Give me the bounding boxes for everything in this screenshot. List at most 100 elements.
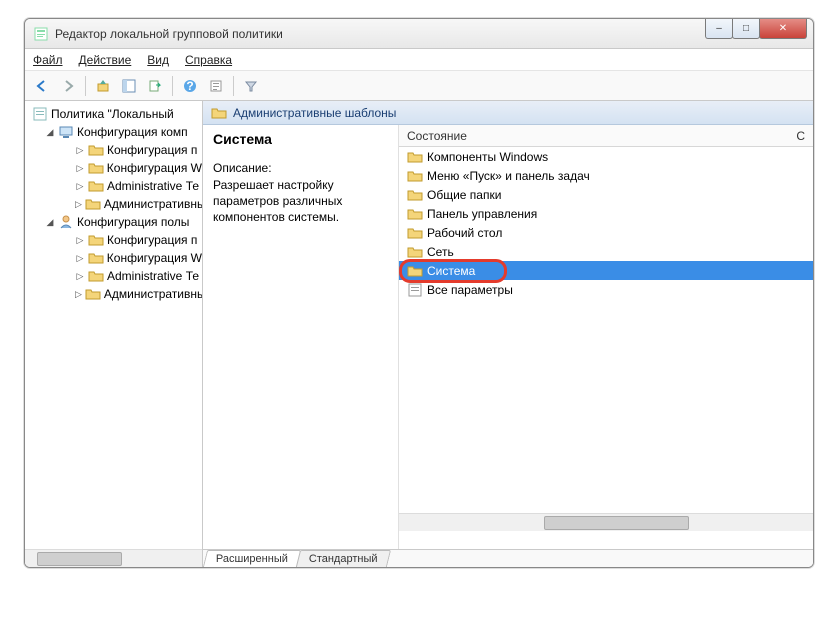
tree-user-config[interactable]: ◢ Конфигурация полы <box>45 213 202 231</box>
tree-label: Administrative Те <box>107 179 199 193</box>
list-body[interactable]: Компоненты Windows Меню «Пуск» и панель з… <box>399 147 813 513</box>
help-button[interactable]: ? <box>179 75 201 97</box>
expand-icon[interactable]: ▷ <box>75 199 82 210</box>
tree-item[interactable]: ▷ Конфигурация п <box>75 141 202 159</box>
details-column: Система Описание: Разрешает настройку па… <box>203 125 399 549</box>
folder-icon <box>407 263 423 279</box>
tab-extended[interactable]: Расширенный <box>203 550 301 567</box>
list-item[interactable]: Рабочий стол <box>399 223 813 242</box>
tree-label: Конфигурация комп <box>77 125 188 139</box>
tree-label: Политика "Локальный <box>51 107 174 121</box>
titlebar: Редактор локальной групповой политики – … <box>25 19 813 49</box>
up-button[interactable] <box>92 75 114 97</box>
folder-icon <box>407 244 423 260</box>
tree-item[interactable]: ▷ Конфигурация п <box>75 231 202 249</box>
column-state[interactable]: Состояние <box>407 129 467 143</box>
list-item-label: Все параметры <box>427 283 513 297</box>
list-item[interactable]: Меню «Пуск» и панель задач <box>399 166 813 185</box>
list-item[interactable]: Панель управления <box>399 204 813 223</box>
collapse-icon[interactable]: ◢ <box>45 127 55 138</box>
path-header: Административные шаблоны <box>203 101 813 125</box>
show-tree-button[interactable] <box>118 75 140 97</box>
tree-item[interactable]: ▷Administrative Те <box>75 267 202 285</box>
list-item-label: Система <box>427 264 475 278</box>
folder-icon <box>407 149 423 165</box>
filter-button[interactable] <box>240 75 262 97</box>
list-header[interactable]: Состояние С <box>399 125 813 147</box>
column-right[interactable]: С <box>796 129 805 143</box>
tree-label: Конфигурация п <box>107 233 197 247</box>
description-label: Описание: <box>213 161 388 175</box>
folder-icon <box>407 225 423 241</box>
close-button[interactable]: ✕ <box>759 19 807 39</box>
expand-icon[interactable]: ▷ <box>75 271 85 282</box>
minimize-button[interactable]: – <box>705 19 733 39</box>
tab-bar: Расширенный Стандартный <box>203 549 813 567</box>
list-item[interactable]: Общие папки <box>399 185 813 204</box>
list-item-label: Меню «Пуск» и панель задач <box>427 169 590 183</box>
policy-icon <box>32 106 48 122</box>
expand-icon[interactable]: ▷ <box>75 145 85 156</box>
toolbar-separator <box>233 76 234 96</box>
list-item-label: Панель управления <box>427 207 537 221</box>
tree-hscrollbar[interactable] <box>25 549 202 567</box>
toolbar-separator <box>85 76 86 96</box>
tree-label: Административные <box>104 287 202 301</box>
tree-item[interactable]: ▷ Administrative Те <box>75 177 202 195</box>
tree-item[interactable]: ▷Административные <box>75 195 202 213</box>
properties-button[interactable] <box>205 75 227 97</box>
tree-item[interactable]: ▷ Конфигурация W <box>75 159 202 177</box>
tree-label: Конфигурация п <box>107 143 197 157</box>
folder-icon <box>407 206 423 222</box>
tree-computer-config[interactable]: ◢ Конфигурация комп <box>45 123 202 141</box>
folder-icon <box>85 286 101 302</box>
folder-icon <box>88 250 104 266</box>
folder-icon <box>88 160 104 176</box>
forward-button[interactable] <box>57 75 79 97</box>
collapse-icon[interactable]: ◢ <box>45 217 55 228</box>
list-item[interactable]: Система <box>399 261 813 280</box>
tree-label: Конфигурация W <box>107 161 202 175</box>
expand-icon[interactable]: ▷ <box>75 289 82 300</box>
maximize-button[interactable]: □ <box>732 19 760 39</box>
expand-icon[interactable]: ▷ <box>75 163 85 174</box>
tree-pane: Политика "Локальный ◢ Конфигурация комп … <box>25 101 203 567</box>
scrollbar-thumb[interactable] <box>544 516 689 530</box>
client-area: Политика "Локальный ◢ Конфигурация комп … <box>25 101 813 567</box>
list-item[interactable]: Все параметры <box>399 280 813 299</box>
list-item-label: Общие папки <box>427 188 501 202</box>
tree-root[interactable]: Политика "Локальный <box>29 105 202 123</box>
window-title: Редактор локальной групповой политики <box>55 27 283 41</box>
folder-icon <box>88 268 104 284</box>
computer-icon <box>58 124 74 140</box>
path-text: Административные шаблоны <box>233 106 396 120</box>
list-item-label: Рабочий стол <box>427 226 502 240</box>
folder-icon <box>88 232 104 248</box>
folder-icon <box>407 168 423 184</box>
menu-action[interactable]: Действие <box>79 53 132 67</box>
tree-view[interactable]: Политика "Локальный ◢ Конфигурация комп … <box>25 101 202 549</box>
back-button[interactable] <box>31 75 53 97</box>
list-item[interactable]: Компоненты Windows <box>399 147 813 166</box>
expand-icon[interactable]: ▷ <box>75 253 85 264</box>
toolbar-separator <box>172 76 173 96</box>
list-hscrollbar[interactable] <box>399 513 813 531</box>
tab-standard[interactable]: Стандартный <box>296 550 391 567</box>
expand-icon[interactable]: ▷ <box>75 235 85 246</box>
folder-icon <box>85 196 101 212</box>
list-item[interactable]: Сеть <box>399 242 813 261</box>
list-column: Состояние С Компоненты Windows Меню «Пуск… <box>399 125 813 549</box>
menu-file[interactable]: Файл <box>33 53 63 67</box>
expand-icon[interactable]: ▷ <box>75 181 85 192</box>
details-title: Система <box>213 131 388 147</box>
menubar: Файл Действие Вид Справка <box>25 49 813 71</box>
export-button[interactable] <box>144 75 166 97</box>
tree-item[interactable]: ▷Конфигурация W <box>75 249 202 267</box>
folder-icon <box>88 142 104 158</box>
description-text: Разрешает настройку параметров различных… <box>213 177 388 226</box>
tree-item[interactable]: ▷ Административные <box>75 285 202 303</box>
app-window: Редактор локальной групповой политики – … <box>24 18 814 568</box>
menu-help[interactable]: Справка <box>185 53 232 67</box>
scrollbar-thumb[interactable] <box>37 552 122 566</box>
menu-view[interactable]: Вид <box>147 53 169 67</box>
